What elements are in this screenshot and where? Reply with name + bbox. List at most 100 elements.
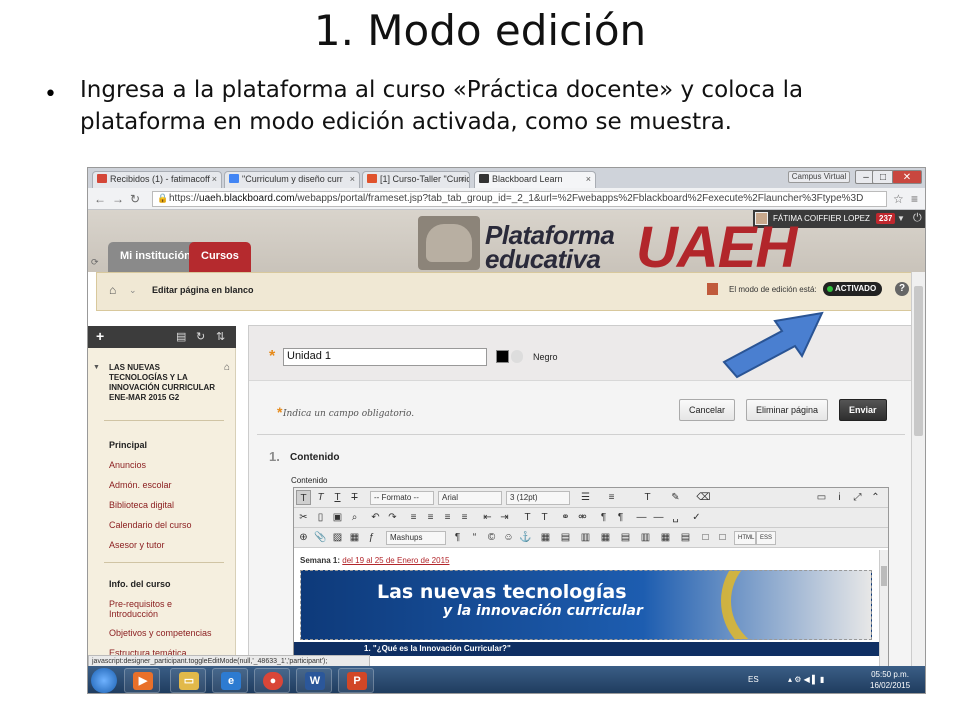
eraser-icon[interactable]: ⌫ [696, 490, 711, 505]
document-icon[interactable] [707, 283, 718, 295]
scroll-thumb[interactable] [914, 286, 923, 436]
anchor-icon[interactable]: ⚓ [518, 530, 533, 545]
course-name[interactable]: LAS NUEVAS TECNOLOGÍAS Y LA INNOVACIÓN C… [109, 363, 219, 403]
editor-body[interactable]: Semana 1: del 19 al 25 de Enero de 2015 … [294, 550, 888, 670]
menu-heading-course-info[interactable]: Info. del curso [109, 579, 171, 589]
subscript-icon[interactable]: T [537, 510, 552, 525]
menu-item[interactable]: Biblioteca digital [109, 500, 174, 510]
home-icon[interactable]: ⌂ [109, 283, 116, 297]
system-tray-icons[interactable]: ▴ ⚙ ◀ ▌ ▮ [788, 675, 824, 684]
underline-icon[interactable]: T [330, 490, 345, 505]
refresh-icon[interactable]: ↻ [196, 330, 205, 343]
align-right-icon[interactable]: ≡ [440, 510, 455, 525]
spellcheck-icon[interactable]: ✓ [689, 510, 704, 525]
taskbar-clock[interactable]: 05:50 p.m. 16/02/2015 [870, 669, 910, 691]
browser-tab-course[interactable]: [1] Curso-Taller "Curricul × [362, 171, 470, 188]
align-left-icon[interactable]: ≡ [406, 510, 421, 525]
tab-courses[interactable]: Cursos [189, 242, 251, 272]
close-icon[interactable]: × [586, 174, 591, 184]
css-button[interactable]: ESS [756, 531, 776, 545]
taskbar-explorer[interactable]: ▭ [170, 668, 206, 693]
menu-item[interactable]: Admón. escolar [109, 480, 172, 490]
horizontal-rule-icon[interactable]: — [634, 510, 649, 525]
emoticon-icon[interactable]: ☺ [501, 530, 516, 545]
box-icon[interactable]: □ [715, 530, 730, 545]
close-icon[interactable]: × [350, 174, 355, 184]
edit-mode-toggle[interactable]: ACTIVADO [823, 282, 883, 296]
taskbar-media-player[interactable]: ▶ [124, 668, 160, 693]
indent-icon[interactable]: ⇥ [497, 510, 512, 525]
menu-heading-principal[interactable]: Principal [109, 440, 147, 450]
cut-icon[interactable]: ✂ [296, 510, 311, 525]
font-size-dropdown[interactable]: 3 (12pt) [506, 491, 570, 505]
campus-virtual-button[interactable]: Campus Virtual [788, 171, 850, 183]
copyright-icon[interactable]: © [484, 530, 499, 545]
browser-tab-blackboard[interactable]: Blackboard Learn × [474, 171, 596, 188]
table-icon[interactable]: ▦ [538, 530, 553, 545]
notification-badge[interactable]: 237 [876, 213, 896, 224]
ltr-icon[interactable]: ¶ [596, 510, 611, 525]
paragraph-icon[interactable]: ¶ [450, 530, 465, 545]
menu-item[interactable]: Asesor y tutor [109, 540, 165, 550]
collapse-icon[interactable]: ▼ [93, 364, 100, 371]
link-icon[interactable]: ⚭ [558, 510, 573, 525]
table-col-icon[interactable]: ▥ [578, 530, 593, 545]
window-close-button[interactable]: ✕ [892, 170, 922, 184]
menu-item[interactable]: Objetivos y competencias [109, 628, 212, 638]
refresh-icon[interactable]: ⟳ [91, 257, 99, 268]
collapse-toolbar-icon[interactable]: ⌃ [868, 490, 883, 505]
menu-item[interactable]: Pre-requisitos e Introducción [109, 599, 199, 619]
insert-media-icon[interactable]: ▦ [347, 530, 362, 545]
paste-icon[interactable]: ▣ [330, 510, 345, 525]
sort-icon[interactable]: ⇅ [216, 330, 225, 343]
nbsp-icon[interactable]: ␣ [668, 510, 683, 525]
redo-icon[interactable]: ↷ [385, 510, 400, 525]
insert-image-icon[interactable]: ▨ [330, 530, 345, 545]
star-icon[interactable]: ☆ [893, 192, 904, 206]
line-icon[interactable]: — [651, 510, 666, 525]
mashups-dropdown[interactable]: Mashups [386, 531, 446, 545]
color-swatch[interactable] [496, 350, 509, 363]
forward-icon[interactable]: → [112, 192, 124, 206]
numbered-list-icon[interactable]: ≡ [604, 490, 619, 505]
help-icon[interactable]: ? [895, 282, 909, 296]
start-button[interactable] [91, 668, 117, 693]
table-split-icon[interactable]: ▥ [638, 530, 653, 545]
add-icon[interactable]: + [96, 328, 104, 344]
reload-icon[interactable]: ↻ [130, 192, 140, 206]
taskbar-powerpoint[interactable]: P [338, 668, 374, 693]
rtl-icon[interactable]: ¶ [613, 510, 628, 525]
delete-page-button[interactable]: Eliminar página [746, 399, 829, 421]
rich-text-editor[interactable]: T T T T -- Formato -- Arial 3 (12pt) ☰ ≡… [293, 487, 889, 671]
text-style-icon[interactable]: T [296, 490, 311, 505]
back-icon[interactable]: ← [94, 192, 106, 206]
undo-icon[interactable]: ↶ [368, 510, 383, 525]
format-dropdown[interactable]: -- Formato -- [370, 491, 434, 505]
fullscreen-icon[interactable]: ⤢ [850, 490, 865, 505]
course-home-icon[interactable]: ⌂ [224, 362, 230, 373]
editor-scrollbar[interactable] [879, 550, 888, 670]
page-scrollbar[interactable] [911, 272, 925, 670]
table-delete-icon[interactable]: ▦ [658, 530, 673, 545]
box-icon[interactable]: □ [698, 530, 713, 545]
browser-tab-gmail[interactable]: Recibidos (1) - fatimacoff × [92, 171, 222, 188]
scroll-thumb[interactable] [881, 566, 887, 586]
table-props-icon[interactable]: ▤ [678, 530, 693, 545]
superscript-icon[interactable]: T [520, 510, 535, 525]
menu-item[interactable]: Calendario del curso [109, 520, 192, 530]
browser-tab-docs[interactable]: "Curriculum y diseño curr × [224, 171, 360, 188]
cancel-button[interactable]: Cancelar [679, 399, 736, 421]
html-button[interactable]: HTML [734, 531, 756, 545]
close-icon[interactable]: × [212, 174, 217, 184]
attach-file-icon[interactable]: 📎 [313, 530, 328, 545]
preview-icon[interactable]: ▭ [814, 490, 829, 505]
color-picker-dropdown[interactable] [511, 350, 523, 363]
power-icon[interactable]: ⏻ [913, 212, 922, 225]
folder-icon[interactable]: ▤ [176, 330, 186, 343]
unlink-icon[interactable]: ⚮ [575, 510, 590, 525]
highlight-icon[interactable]: ✎ [668, 490, 683, 505]
menu-item[interactable]: Anuncios [109, 460, 146, 470]
menu-icon[interactable]: ≡ [911, 192, 918, 206]
submit-button[interactable]: Enviar [839, 399, 887, 421]
taskbar-chrome[interactable]: ● [254, 668, 290, 693]
